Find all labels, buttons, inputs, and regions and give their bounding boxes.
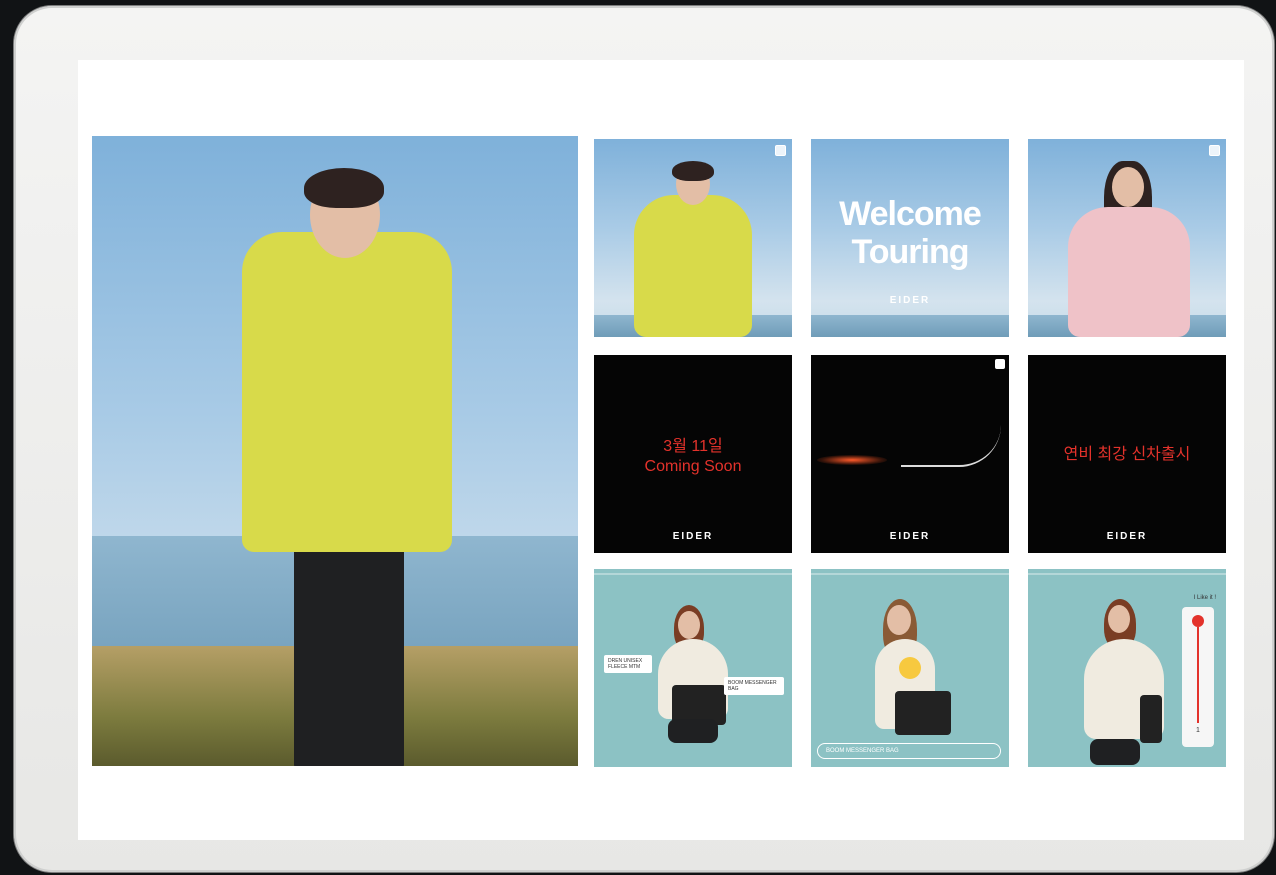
welcome-line2: Touring — [851, 233, 970, 271]
light-streak — [817, 455, 887, 465]
post-tile-coming-soon[interactable]: 3월 11일 Coming Soon EIDER — [594, 355, 792, 553]
brand-logo: EIDER — [1106, 531, 1148, 542]
tag-bubble-fleece[interactable]: DREN UNISEX FLEECE MTM — [604, 655, 652, 673]
post-tile-launch[interactable]: 연비 최강 신차출시 EIDER — [1028, 355, 1226, 553]
post-tile-car-light[interactable]: EIDER — [811, 355, 1009, 553]
like-title: I Like it ! — [1193, 595, 1216, 601]
launch-text: 연비 최강 신차출시 — [1063, 446, 1191, 463]
brand-logo: EIDER — [889, 531, 931, 542]
like-count: 1 — [1196, 727, 1200, 734]
heart-eyes-emoji — [899, 657, 921, 679]
screen: Welcome Touring EIDER 3월 11일 Coming Soon… — [78, 60, 1244, 840]
model-man — [242, 168, 462, 766]
heart-icon — [1192, 615, 1204, 627]
post-tile-woman-pink-jacket[interactable] — [1028, 139, 1226, 337]
search-bar[interactable]: BOOM MESSENGER BAG — [817, 743, 1001, 759]
post-tile-bag-search[interactable]: BOOM MESSENGER BAG — [811, 569, 1009, 767]
coming-soon-text: Coming Soon — [644, 458, 742, 475]
video-icon — [995, 359, 1005, 369]
hero-image[interactable] — [92, 136, 578, 766]
post-grid: Welcome Touring EIDER 3월 11일 Coming Soon… — [594, 139, 1228, 767]
welcome-line1: Welcome — [839, 195, 982, 233]
post-tile-bag-tags[interactable]: DREN UNISEX FLEECE MTM BOOM MESSENGER BA… — [594, 569, 792, 767]
like-slider[interactable]: 1 — [1182, 607, 1214, 747]
post-tile-man-yellow-jacket[interactable] — [594, 139, 792, 337]
multi-image-icon — [1209, 145, 1220, 156]
tablet-frame: Welcome Touring EIDER 3월 11일 Coming Soon… — [14, 6, 1274, 872]
tag-bubble-bag[interactable]: BOOM MESSENGER BAG — [724, 677, 784, 695]
post-tile-welcome-touring[interactable]: Welcome Touring EIDER — [811, 139, 1009, 337]
like-slider-track — [1197, 627, 1199, 723]
coming-soon-date: 3월 11일 — [663, 438, 723, 455]
brand-logo: EIDER — [672, 531, 714, 542]
multi-image-icon — [775, 145, 786, 156]
brand-logo: EIDER — [889, 295, 931, 306]
light-arc — [901, 425, 1001, 467]
post-tile-bag-like[interactable]: I Like it ! 1 — [1028, 569, 1226, 767]
